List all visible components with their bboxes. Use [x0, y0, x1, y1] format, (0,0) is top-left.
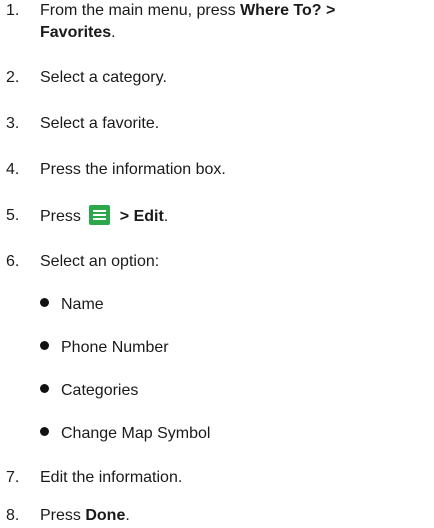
option-label: Name [61, 296, 104, 313]
step-text-plain: From the main menu, press [40, 2, 241, 19]
step-number: 2. [6, 69, 20, 86]
step-text: Press Done. [40, 505, 430, 527]
option-item: Name [40, 294, 104, 316]
menu-path-edit: > Edit [115, 208, 164, 225]
step-text-period: . [163, 208, 169, 225]
step-number: 1. [6, 2, 20, 19]
button-name-done: Done [85, 507, 126, 524]
step-number: 6. [6, 253, 20, 270]
bullet-icon [40, 384, 49, 393]
bullet-icon [40, 341, 49, 350]
step-text: Select a favorite. [40, 115, 160, 132]
step-text: From the main menu, press Where To? > Fav… [40, 0, 430, 44]
bullet-icon [40, 427, 49, 436]
option-label: Phone Number [61, 339, 169, 356]
step-text: Select an option: [40, 253, 160, 270]
option-item: Phone Number [40, 337, 169, 359]
option-item: Change Map Symbol [40, 423, 210, 445]
step-text: Press > Edit. [40, 205, 430, 228]
step-number: 7. [6, 469, 20, 486]
option-label: Change Map Symbol [61, 425, 211, 442]
option-item: Categories [40, 380, 138, 402]
step-text-plain: Press [40, 208, 86, 225]
menu-icon [89, 205, 111, 225]
step-text-period: . [111, 24, 116, 41]
step-number: 3. [6, 115, 20, 132]
menu-path-favorites: Favorites [40, 24, 112, 41]
step-number: 5. [6, 207, 20, 224]
menu-path-where-to: Where To? > [240, 2, 336, 19]
step-text: Edit the information. [40, 469, 183, 486]
bullet-icon [40, 298, 49, 307]
step-text-period: . [125, 507, 130, 524]
step-text: Select a category. [40, 69, 167, 86]
step-text: Press the information box. [40, 161, 226, 178]
step-number: 8. [6, 507, 20, 524]
step-text-plain: Press [40, 507, 86, 524]
step-number: 4. [6, 161, 20, 178]
option-label: Categories [61, 382, 139, 399]
